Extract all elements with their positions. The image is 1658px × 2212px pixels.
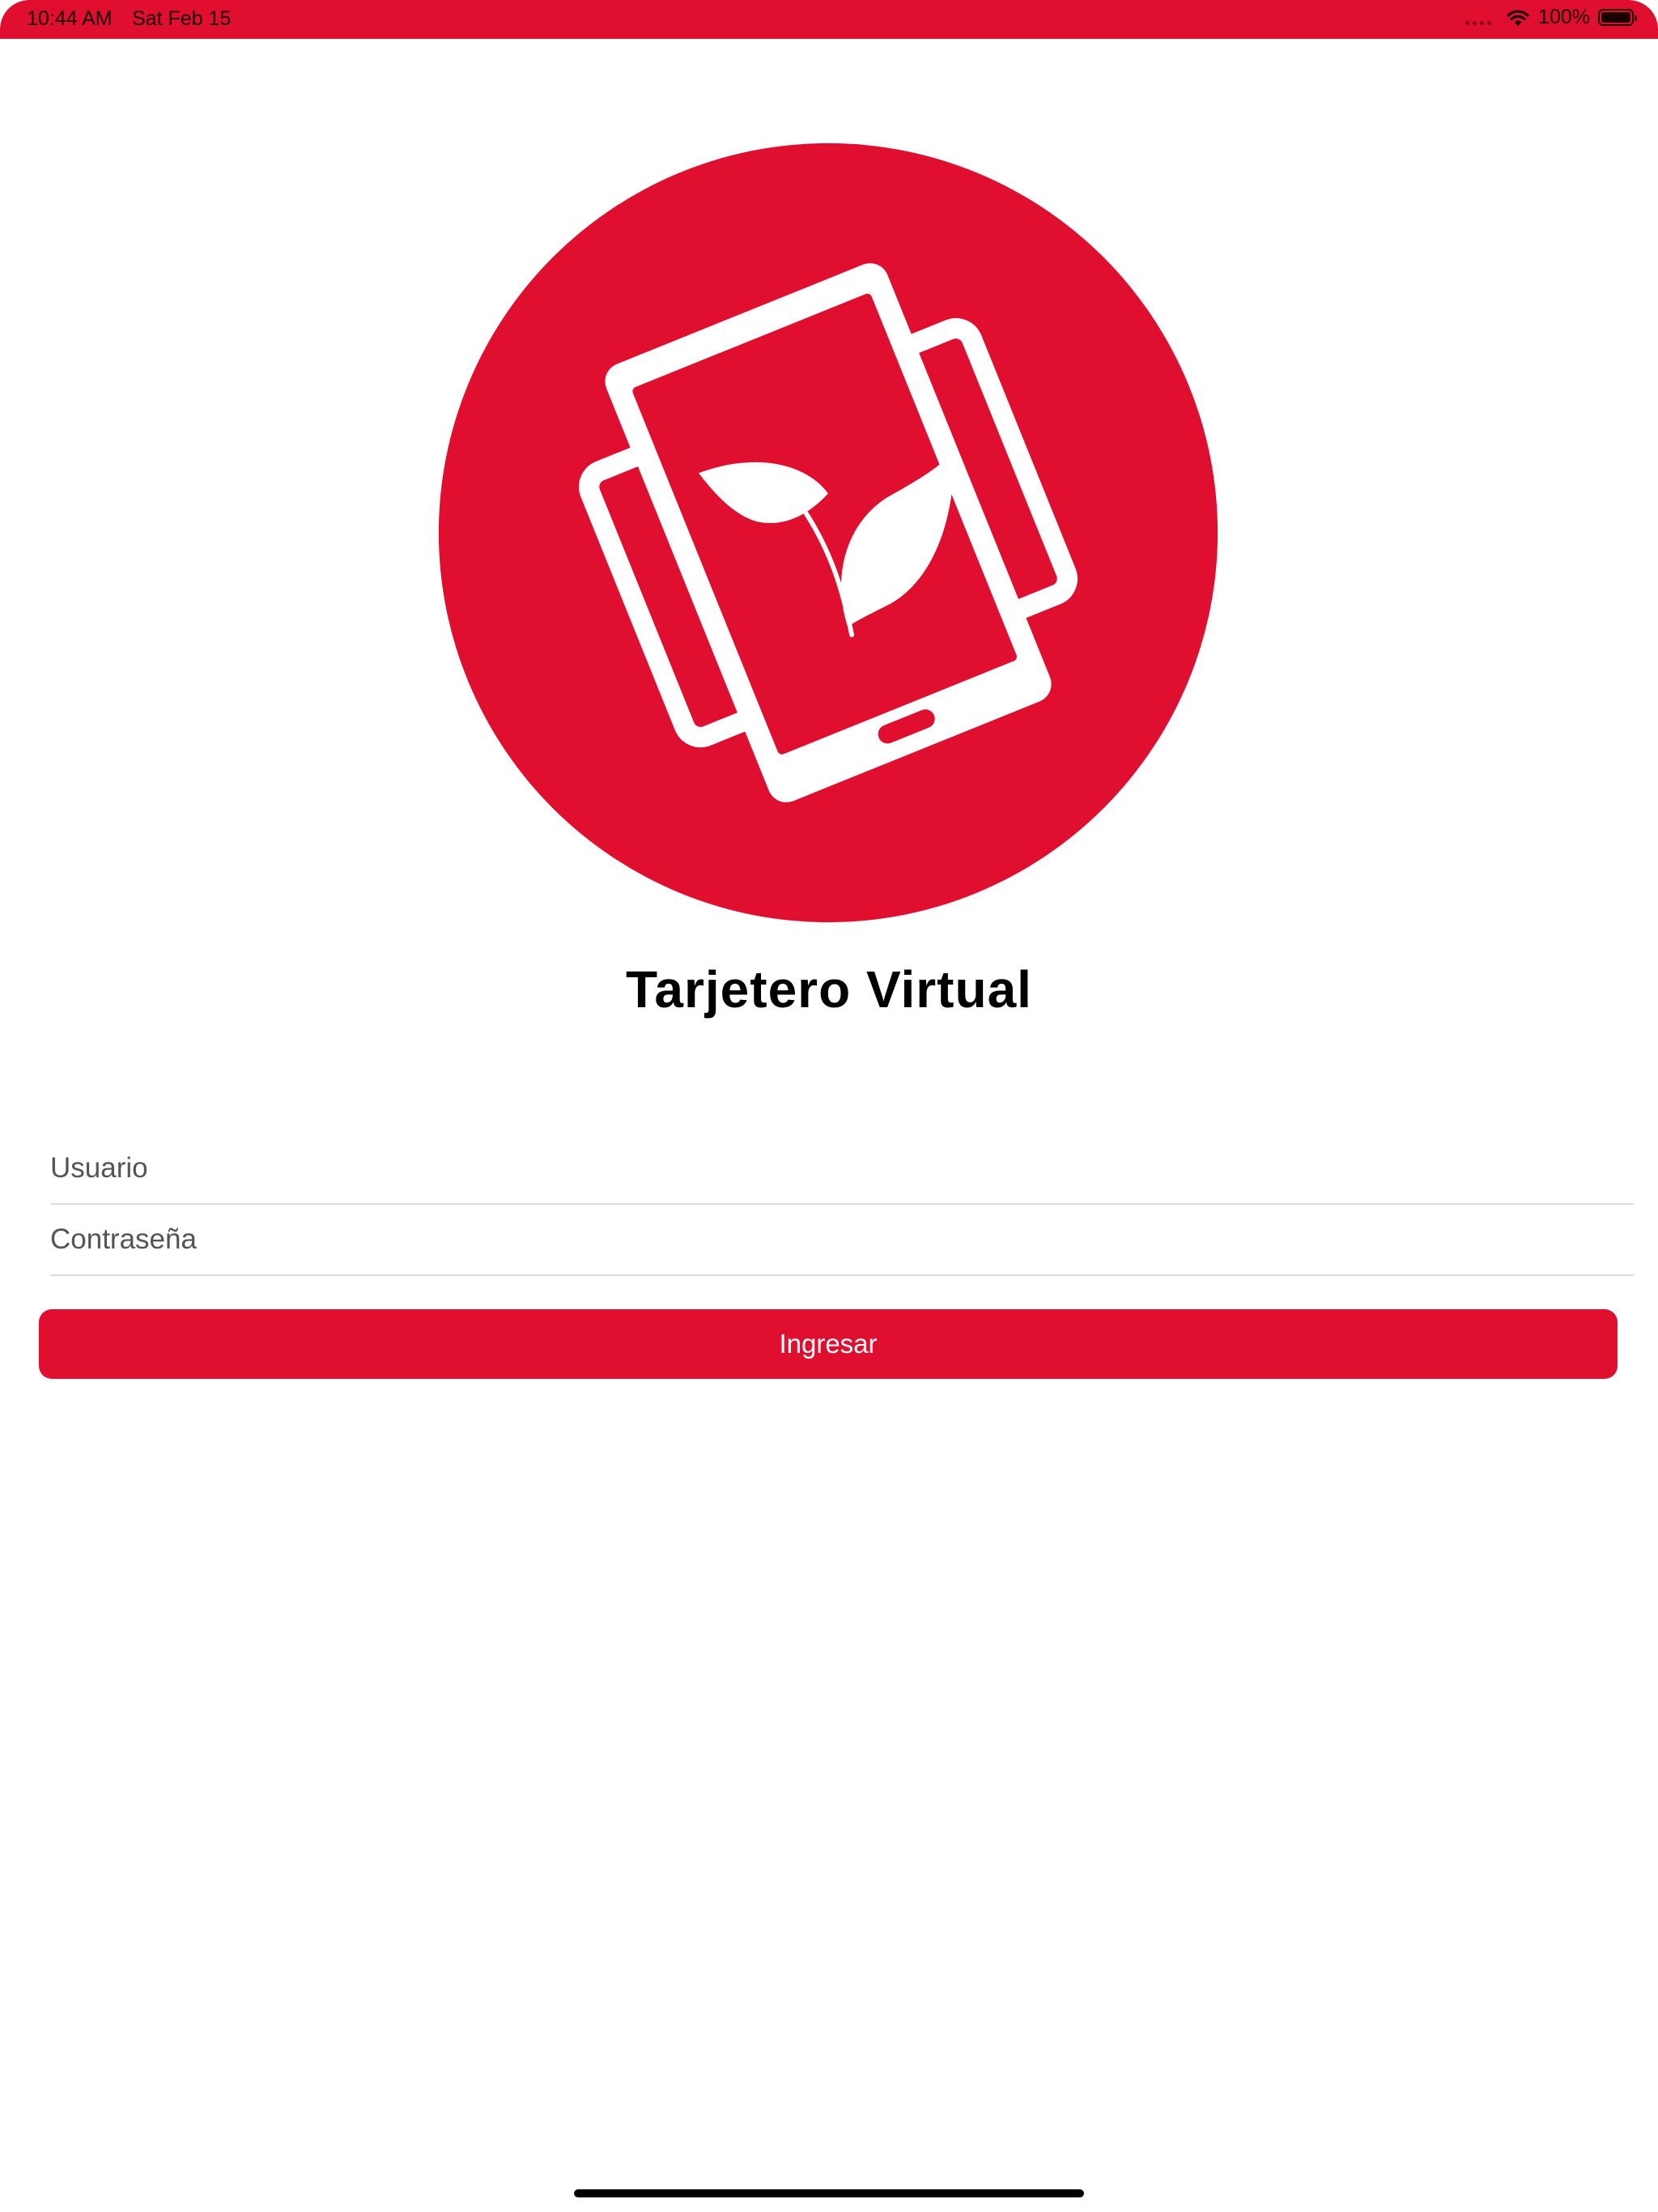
password-field[interactable] xyxy=(50,1205,1634,1276)
password-input[interactable] xyxy=(50,1205,1634,1274)
app-title: Tarjetero Virtual xyxy=(626,960,1032,1019)
status-bar: 10:44 AM Sat Feb 15 100% xyxy=(0,0,1658,39)
battery-percent: 100% xyxy=(1538,6,1590,28)
login-button[interactable]: Ingresar xyxy=(39,1309,1618,1379)
rotating-phone-leaf-logo xyxy=(438,143,1218,923)
username-field[interactable] xyxy=(50,1134,1634,1205)
signal-dots-icon xyxy=(1465,21,1492,25)
home-indicator xyxy=(574,2189,1084,2197)
login-button-label: Ingresar xyxy=(779,1329,878,1359)
username-input[interactable] xyxy=(50,1134,1634,1203)
status-date: Sat Feb 15 xyxy=(132,7,232,30)
login-screen: 10:44 AM Sat Feb 15 100% Tarjetero Virtu… xyxy=(0,0,1658,2212)
battery-fill xyxy=(1601,12,1630,23)
wifi-icon xyxy=(1507,9,1529,26)
battery-icon xyxy=(1598,9,1637,26)
status-indicators: 100% xyxy=(1465,6,1637,29)
status-time: 10:44 AM xyxy=(27,7,113,30)
